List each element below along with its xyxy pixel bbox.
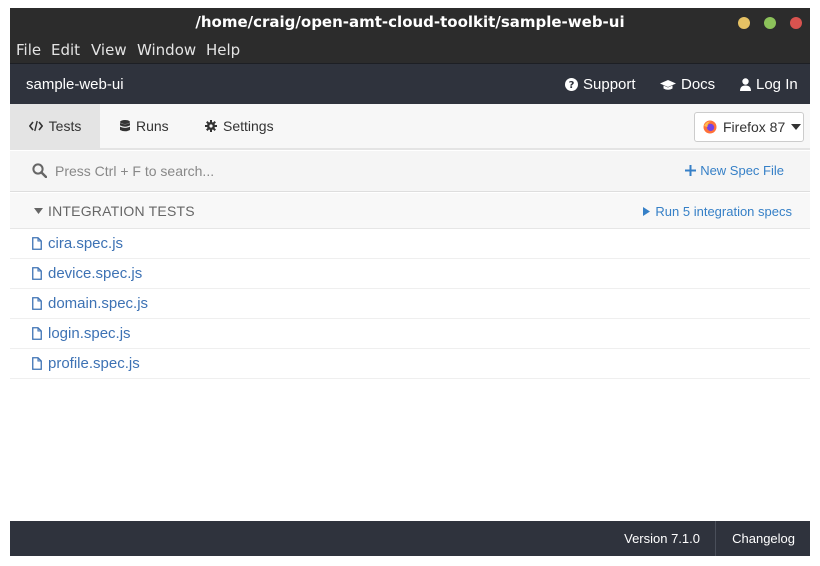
tab-settings[interactable]: Settings [205,104,274,148]
file-icon [32,267,42,280]
menu-window[interactable]: Window [137,37,196,63]
tab-tests-label: Tests [48,118,82,134]
new-spec-file-button[interactable]: New Spec File [685,163,784,178]
app-window: /home/craig/open-amt-cloud-toolkit/sampl… [10,8,810,556]
database-icon [120,120,130,132]
menu-edit[interactable]: Edit [51,37,80,63]
firefox-icon [703,120,717,134]
new-spec-label: New Spec File [700,163,784,178]
support-link[interactable]: ? Support [565,64,636,105]
file-icon [32,237,42,250]
spec-name: cira.spec.js [48,235,124,252]
spec-item[interactable]: domain.spec.js [10,289,810,319]
window-title: /home/craig/open-amt-cloud-toolkit/sampl… [195,13,625,31]
spec-name: device.spec.js [48,265,143,282]
menu-bar: File Edit View Window Help [10,37,810,63]
login-link[interactable]: Log In [740,64,798,105]
spec-item[interactable]: device.spec.js [10,259,810,289]
file-icon [32,327,42,340]
caret-down-icon [791,124,802,130]
integration-tests-group: INTEGRATION TESTS Run 5 integration spec… [10,193,810,229]
spec-item[interactable]: profile.spec.js [10,349,810,379]
search-input[interactable]: Press Ctrl + F to search... [55,163,214,179]
svg-text:?: ? [569,80,575,91]
spec-item[interactable]: login.spec.js [10,319,810,349]
plus-icon [685,165,697,176]
spec-item[interactable]: cira.spec.js [10,229,810,259]
user-icon [740,78,751,91]
tab-bar: Tests Runs Settings Firefox 87 [10,104,810,150]
minimize-button[interactable] [738,17,750,29]
support-label: Support [583,76,636,93]
tab-runs-label: Runs [136,118,169,134]
caret-down-icon [34,208,43,214]
footer: Version 7.1.0 Changelog [10,521,810,556]
code-icon [28,120,43,132]
spec-name: login.spec.js [48,325,131,342]
search-bar: Press Ctrl + F to search... New Spec Fil… [10,151,810,192]
docs-link[interactable]: Docs [660,64,715,105]
window-titlebar[interactable]: /home/craig/open-amt-cloud-toolkit/sampl… [10,8,810,37]
spec-list: cira.spec.js device.spec.js domain.spec.… [10,229,810,379]
tab-tests[interactable]: Tests [10,104,100,148]
changelog-link[interactable]: Changelog [732,521,795,556]
menu-help[interactable]: Help [206,37,240,63]
maximize-button[interactable] [764,17,776,29]
menu-file[interactable]: File [16,37,41,63]
file-icon [32,357,42,370]
tab-settings-label: Settings [223,118,274,134]
search-icon [32,163,47,178]
app-brand: sample-web-ui [26,76,124,93]
login-label: Log In [756,76,798,93]
group-title: INTEGRATION TESTS [48,203,195,219]
browser-select[interactable]: Firefox 87 [694,112,804,142]
footer-divider [715,521,716,556]
menu-view[interactable]: View [91,37,127,63]
group-toggle[interactable]: INTEGRATION TESTS [34,203,195,219]
spec-name: domain.spec.js [48,295,149,312]
browser-label: Firefox 87 [723,119,786,135]
file-icon [32,297,42,310]
version-label: Version 7.1.0 [624,531,700,546]
spec-name: profile.spec.js [48,355,140,372]
cog-icon [205,120,217,132]
play-icon [643,207,651,216]
graduation-cap-icon [660,79,676,90]
tab-runs[interactable]: Runs [120,104,169,148]
app-header: sample-web-ui ? Support Docs Log In [10,63,810,104]
question-circle-icon: ? [565,78,578,91]
docs-label: Docs [681,76,716,93]
run-all-label: Run 5 integration specs [655,204,792,219]
close-button[interactable] [790,17,802,29]
run-all-specs-button[interactable]: Run 5 integration specs [643,204,792,219]
